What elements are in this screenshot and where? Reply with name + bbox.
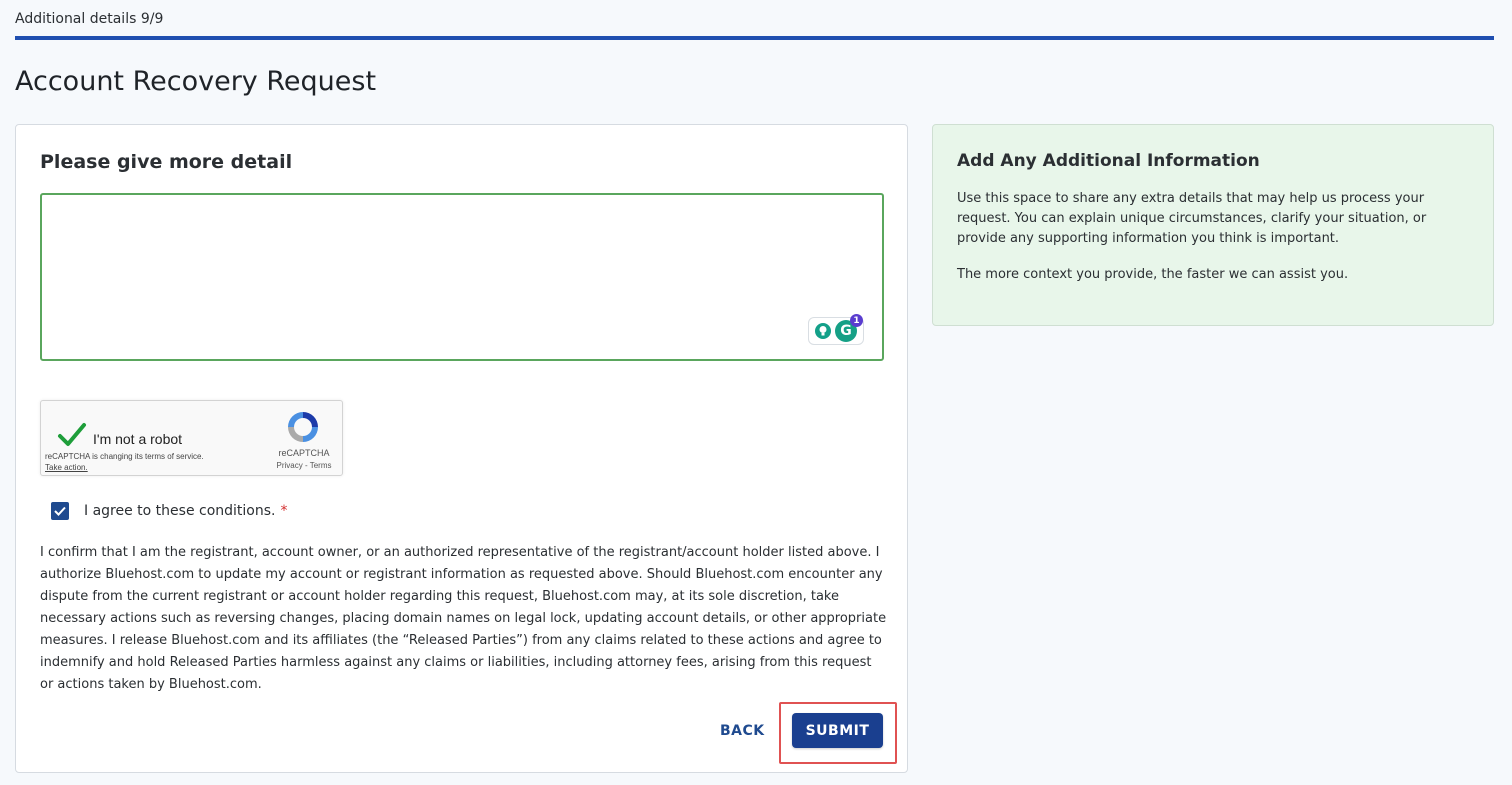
page-title: Account Recovery Request [15,66,377,97]
progress-bar [15,36,1494,40]
recaptcha-brand: reCAPTCHA [278,448,330,458]
info-card: Add Any Additional Information Use this … [932,124,1494,326]
checkbox-checked-icon[interactable] [51,502,69,520]
recaptcha-notice-text: reCAPTCHA is changing its terms of servi… [45,452,204,461]
grammarly-widget[interactable]: G 1 [808,314,864,345]
terms-text: I confirm that I am the registrant, acco… [40,545,887,692]
submit-button[interactable]: SUBMIT [792,713,883,748]
recaptcha-widget: I'm not a robot reCAPTCHA is changing it… [40,400,343,476]
recaptcha-take-action-link[interactable]: Take action. [45,462,204,473]
lightbulb-icon[interactable] [815,323,831,339]
grammarly-badge: 1 [850,314,863,327]
grammarly-icon[interactable]: G 1 [835,314,863,342]
recaptcha-logo-icon [288,412,318,442]
detail-textarea[interactable] [42,195,882,359]
agree-label: I agree to these conditions. [84,503,276,519]
info-heading: Add Any Additional Information [957,151,1260,171]
required-marker: * [280,503,288,519]
back-button[interactable]: BACK [720,719,765,743]
info-paragraph-1: Use this space to share any extra detail… [957,191,1427,246]
progress-fill [15,36,1494,40]
checkmark-icon[interactable] [57,421,87,449]
grammarly-letter: G [840,323,852,339]
recaptcha-notice: reCAPTCHA is changing its terms of servi… [45,451,204,473]
recaptcha-label: I'm not a robot [93,431,183,447]
recaptcha-privacy-terms[interactable]: Privacy - Terms [267,461,341,470]
detail-heading: Please give more detail [40,151,293,173]
agree-row: I agree to these conditions. * [51,501,287,521]
progress-label: Additional details 9/9 [15,11,164,27]
detail-form-card: Please give more detail G 1 I'm not a ro… [15,124,908,773]
info-paragraph-2: The more context you provide, the faster… [957,267,1349,282]
detail-textarea-container: G 1 [40,193,884,361]
